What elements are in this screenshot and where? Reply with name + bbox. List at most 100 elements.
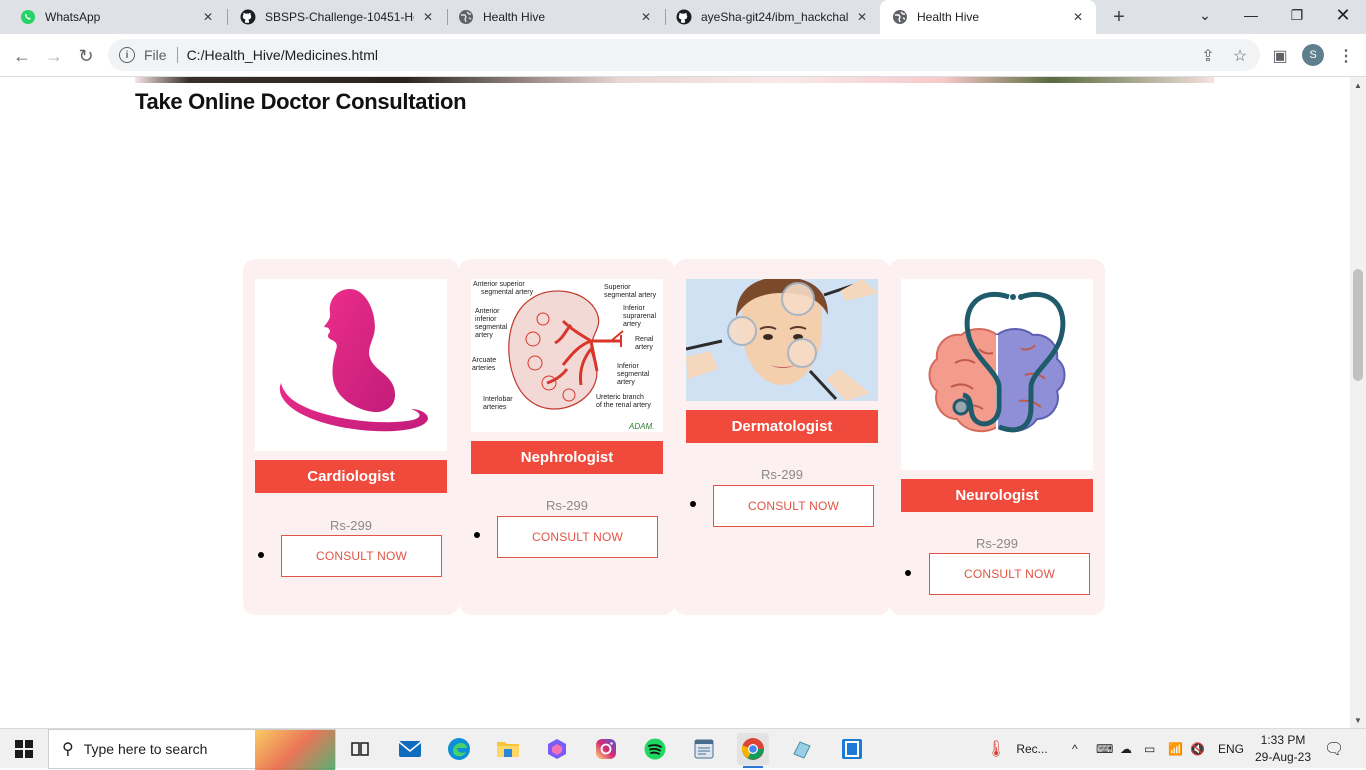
url-divider [176, 47, 178, 63]
onscreen-keyboard-icon[interactable]: ⌨ [1096, 729, 1113, 769]
consult-now-button[interactable]: CONSULT NOW [281, 535, 442, 577]
github-icon [240, 9, 256, 25]
reload-button[interactable]: ↻ [72, 42, 100, 70]
language-indicator[interactable]: ENG [1218, 729, 1244, 769]
menu-kebab-icon[interactable]: ⋮ [1332, 42, 1360, 70]
svg-text:segmental artery: segmental artery [481, 289, 534, 296]
diagram-label: arteries [472, 365, 496, 372]
github-icon [676, 9, 692, 25]
windows-logo-icon [15, 740, 33, 758]
specialty-label: Cardiologist [255, 460, 447, 493]
url-scheme: File [144, 47, 167, 63]
speaker-muted-icon[interactable]: 🔇 [1190, 729, 1205, 769]
tab-title: Health Hive [917, 10, 980, 24]
mail-icon[interactable] [394, 733, 426, 765]
doctor-card-grid: Cardiologist Rs-299 CONSULT NOW Anterior… [243, 259, 1105, 615]
clock-time: 1:33 PM [1260, 733, 1306, 747]
battery-icon[interactable]: ▭ [1144, 729, 1155, 769]
windows-start-button[interactable] [0, 729, 48, 769]
diagram-label: arteries [483, 404, 507, 411]
doctor-card-cardiologist: Cardiologist Rs-299 CONSULT NOW [243, 259, 459, 615]
tab-title: WhatsApp [45, 10, 101, 24]
consult-now-button[interactable]: CONSULT NOW [713, 485, 874, 527]
tab-title: Health Hive [483, 10, 546, 24]
scroll-up-arrow-icon[interactable]: ▲ [1350, 77, 1366, 93]
close-icon[interactable]: ✕ [854, 9, 870, 25]
globe-icon [458, 9, 474, 25]
wifi-icon[interactable]: 📶 [1168, 729, 1183, 769]
task-view-icon[interactable] [344, 733, 376, 765]
page-viewport: Take Online Doctor Consultation Cardiolo… [0, 77, 1350, 728]
notifications-icon[interactable]: 🗨 [1324, 729, 1344, 769]
pregnant-woman-image [255, 279, 447, 451]
notepad-app-icon[interactable] [688, 733, 720, 765]
specialty-label: Dermatologist [686, 410, 878, 443]
close-icon[interactable]: ✕ [420, 9, 436, 25]
show-hidden-icons-icon[interactable]: ^ [1072, 729, 1078, 769]
svg-text:Anterior superior: Anterior superior [473, 281, 525, 288]
address-bar[interactable]: i File C:/Health_Hive/Medicines.html [108, 39, 1260, 71]
svg-text:artery: artery [635, 344, 653, 351]
diagram-label: Inferior [623, 305, 645, 312]
file-explorer-icon[interactable] [492, 733, 524, 765]
svg-text:Ureteric branch: Ureteric branch [596, 394, 644, 401]
svg-text:inferior: inferior [475, 316, 497, 323]
tab-sbsps-challenge[interactable]: SBSPS-Challenge-10451-Hea ✕ [228, 0, 446, 34]
bookmark-star-icon[interactable]: ☆ [1226, 42, 1254, 70]
diagram-label: Anterior [475, 308, 500, 315]
diagram-label: Renal [635, 336, 654, 343]
spotify-icon[interactable] [639, 733, 671, 765]
close-window-button[interactable]: ✕ [1320, 0, 1366, 30]
photos-app-icon[interactable] [786, 733, 818, 765]
browser-toolbar: ← → ↻ i File C:/Health_Hive/Medicines.ht… [0, 34, 1366, 77]
list-bullet [690, 501, 696, 507]
svg-text:Superior: Superior [604, 284, 631, 291]
diagram-label: segmental artery [604, 292, 657, 299]
taskbar-search-input[interactable]: ⚲ Type here to search [48, 729, 336, 770]
share-icon[interactable]: ⇪ [1194, 42, 1222, 70]
globe-icon [892, 9, 908, 25]
weather-widget[interactable]: 🌡 Rec... [986, 729, 1048, 769]
list-bullet [474, 532, 480, 538]
onedrive-cloud-icon[interactable]: ☁ [1120, 729, 1132, 769]
page-scrollbar[interactable]: ▲ ▼ [1350, 77, 1366, 728]
face-skin-exam-image [686, 279, 878, 401]
scroll-down-arrow-icon[interactable]: ▼ [1350, 712, 1366, 728]
consult-now-button[interactable]: CONSULT NOW [929, 553, 1090, 595]
scroll-thumb[interactable] [1353, 269, 1363, 381]
new-tab-button[interactable]: + [1106, 5, 1132, 29]
diagram-label: segmental [617, 371, 650, 378]
svg-text:Inferior: Inferior [617, 363, 639, 370]
svg-text:suprarenal: suprarenal [623, 313, 657, 320]
info-icon[interactable]: i [119, 47, 135, 63]
close-icon[interactable]: ✕ [638, 9, 654, 25]
back-button[interactable]: ← [8, 42, 36, 70]
diagram-label: inferior [475, 316, 497, 323]
profile-avatar[interactable]: S [1302, 44, 1324, 66]
consult-now-button[interactable]: CONSULT NOW [497, 516, 658, 558]
tab-search-icon[interactable]: ⌄ [1182, 0, 1228, 30]
price-text: Rs-299 [976, 536, 1018, 551]
tab-ayesha-repo[interactable]: ayeSha-git24/ibm_hackchalle ✕ [664, 0, 880, 34]
vscode-app-icon[interactable] [836, 733, 868, 765]
close-icon[interactable]: ✕ [1070, 9, 1086, 25]
tab-health-hive-1[interactable]: Health Hive ✕ [446, 0, 664, 34]
side-panel-icon[interactable]: ▣ [1266, 42, 1294, 70]
tab-whatsapp[interactable]: WhatsApp ✕ [8, 0, 226, 34]
kidney-diagram-image: Anterior superior segmental artery Anter… [471, 279, 663, 432]
hero-banner-edge [135, 77, 1214, 83]
restore-button[interactable]: ❐ [1274, 0, 1320, 30]
instagram-icon[interactable] [590, 733, 622, 765]
chrome-icon[interactable] [737, 733, 769, 768]
system-clock[interactable]: 1:33 PM 29-Aug-23 [1248, 732, 1318, 766]
minimize-button[interactable]: — [1228, 0, 1274, 30]
diagram-label: segmental artery [481, 289, 534, 296]
windows-taskbar: ⚲ Type here to search 🌡 Rec... ^ ⌨ ☁ ▭ 📶 [0, 728, 1366, 770]
svg-text:arteries: arteries [472, 365, 496, 372]
close-icon[interactable]: ✕ [200, 9, 216, 25]
edge-browser-icon[interactable] [443, 733, 475, 765]
copilot-app-icon[interactable] [541, 733, 573, 765]
tab-health-hive-active[interactable]: Health Hive ✕ [880, 0, 1096, 34]
forward-button[interactable]: → [40, 42, 68, 70]
whatsapp-icon [20, 9, 36, 25]
